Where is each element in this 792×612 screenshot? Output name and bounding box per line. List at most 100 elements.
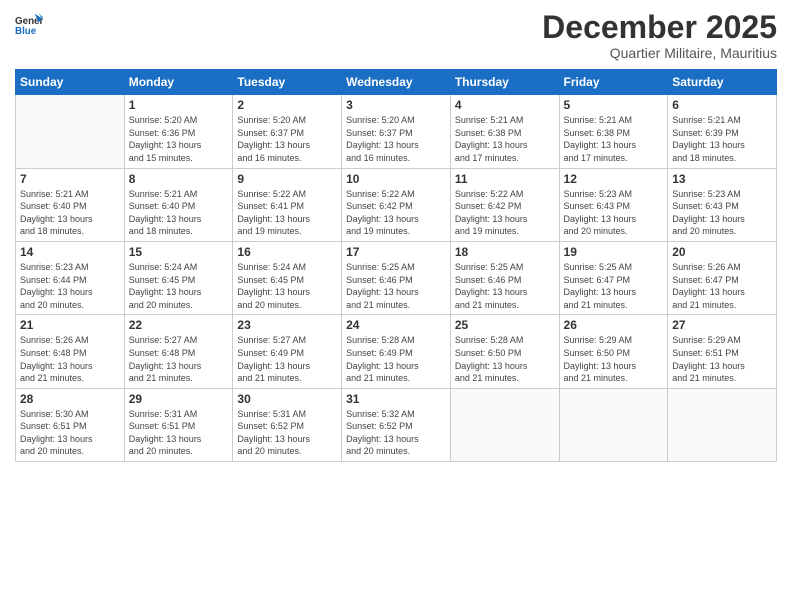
table-row	[668, 388, 777, 461]
col-tuesday: Tuesday	[233, 70, 342, 95]
col-thursday: Thursday	[450, 70, 559, 95]
day-number: 5	[564, 98, 664, 112]
col-friday: Friday	[559, 70, 668, 95]
day-number: 8	[129, 172, 229, 186]
day-info: Sunrise: 5:25 AMSunset: 6:47 PMDaylight:…	[564, 261, 664, 311]
table-row: 13 Sunrise: 5:23 AMSunset: 6:43 PMDayligh…	[668, 168, 777, 241]
day-number: 1	[129, 98, 229, 112]
table-row: 22Sunrise: 5:27 AMSunset: 6:48 PMDayligh…	[124, 315, 233, 388]
day-info: Sunrise: 5:29 AMSunset: 6:51 PMDaylight:…	[672, 334, 772, 384]
table-row: 19 Sunrise: 5:25 AMSunset: 6:47 PMDayligh…	[559, 241, 668, 314]
table-row: 6 Sunrise: 5:21 AMSunset: 6:39 PMDaylight…	[668, 95, 777, 168]
table-row: 8 Sunrise: 5:21 AMSunset: 6:40 PMDaylight…	[124, 168, 233, 241]
day-info: Sunrise: 5:21 AMSunset: 6:39 PMDaylight:…	[672, 114, 772, 164]
table-row: 16 Sunrise: 5:24 AMSunset: 6:45 PMDayligh…	[233, 241, 342, 314]
day-info: Sunrise: 5:24 AMSunset: 6:45 PMDaylight:…	[129, 261, 229, 311]
day-info: Sunrise: 5:31 AMSunset: 6:52 PMDaylight:…	[237, 408, 337, 458]
day-number: 26	[564, 318, 664, 332]
day-info: Sunrise: 5:22 AMSunset: 6:42 PMDaylight:…	[455, 188, 555, 238]
day-info: Sunrise: 5:20 AMSunset: 6:37 PMDaylight:…	[346, 114, 446, 164]
logo-icon: General Blue	[15, 10, 43, 38]
day-number: 9	[237, 172, 337, 186]
table-row: 1Sunrise: 5:20 AMSunset: 6:36 PMDaylight…	[124, 95, 233, 168]
day-number: 28	[20, 392, 120, 406]
day-info: Sunrise: 5:32 AMSunset: 6:52 PMDaylight:…	[346, 408, 446, 458]
day-info: Sunrise: 5:25 AMSunset: 6:46 PMDaylight:…	[346, 261, 446, 311]
table-row: 27Sunrise: 5:29 AMSunset: 6:51 PMDayligh…	[668, 315, 777, 388]
table-row: 7Sunrise: 5:21 AMSunset: 6:40 PMDaylight…	[16, 168, 125, 241]
table-row: 2 Sunrise: 5:20 AMSunset: 6:37 PMDaylight…	[233, 95, 342, 168]
table-row	[16, 95, 125, 168]
day-number: 16	[237, 245, 337, 259]
table-row: 24Sunrise: 5:28 AMSunset: 6:49 PMDayligh…	[342, 315, 451, 388]
calendar-week-4: 21 Sunrise: 5:26 AMSunset: 6:48 PMDayligh…	[16, 315, 777, 388]
svg-text:Blue: Blue	[15, 26, 37, 37]
day-info: Sunrise: 5:29 AMSunset: 6:50 PMDaylight:…	[564, 334, 664, 384]
table-row: 29 Sunrise: 5:31 AMSunset: 6:51 PMDayligh…	[124, 388, 233, 461]
table-row: 31Sunrise: 5:32 AMSunset: 6:52 PMDayligh…	[342, 388, 451, 461]
table-row	[450, 388, 559, 461]
location-subtitle: Quartier Militaire, Mauritius	[542, 45, 777, 61]
header: General Blue December 2025 Quartier Mili…	[15, 10, 777, 61]
day-info: Sunrise: 5:26 AMSunset: 6:48 PMDaylight:…	[20, 334, 120, 384]
day-info: Sunrise: 5:23 AMSunset: 6:43 PMDaylight:…	[672, 188, 772, 238]
table-row: 25Sunrise: 5:28 AMSunset: 6:50 PMDayligh…	[450, 315, 559, 388]
day-number: 29	[129, 392, 229, 406]
day-info: Sunrise: 5:24 AMSunset: 6:45 PMDaylight:…	[237, 261, 337, 311]
table-row: 20 Sunrise: 5:26 AMSunset: 6:47 PMDayligh…	[668, 241, 777, 314]
day-info: Sunrise: 5:28 AMSunset: 6:49 PMDaylight:…	[346, 334, 446, 384]
col-sunday: Sunday	[16, 70, 125, 95]
table-row: 11 Sunrise: 5:22 AMSunset: 6:42 PMDayligh…	[450, 168, 559, 241]
day-info: Sunrise: 5:27 AMSunset: 6:49 PMDaylight:…	[237, 334, 337, 384]
day-number: 14	[20, 245, 120, 259]
day-info: Sunrise: 5:21 AMSunset: 6:40 PMDaylight:…	[20, 188, 120, 238]
calendar-week-3: 14 Sunrise: 5:23 AMSunset: 6:44 PMDayligh…	[16, 241, 777, 314]
day-info: Sunrise: 5:21 AMSunset: 6:40 PMDaylight:…	[129, 188, 229, 238]
table-row: 28 Sunrise: 5:30 AMSunset: 6:51 PMDayligh…	[16, 388, 125, 461]
table-row: 9 Sunrise: 5:22 AMSunset: 6:41 PMDaylight…	[233, 168, 342, 241]
day-info: Sunrise: 5:20 AMSunset: 6:37 PMDaylight:…	[237, 114, 337, 164]
table-row: 4Sunrise: 5:21 AMSunset: 6:38 PMDaylight…	[450, 95, 559, 168]
day-number: 3	[346, 98, 446, 112]
logo: General Blue	[15, 10, 43, 38]
day-info: Sunrise: 5:22 AMSunset: 6:41 PMDaylight:…	[237, 188, 337, 238]
col-wednesday: Wednesday	[342, 70, 451, 95]
day-info: Sunrise: 5:31 AMSunset: 6:51 PMDaylight:…	[129, 408, 229, 458]
day-info: Sunrise: 5:23 AMSunset: 6:44 PMDaylight:…	[20, 261, 120, 311]
calendar-table: Sunday Monday Tuesday Wednesday Thursday…	[15, 69, 777, 462]
day-info: Sunrise: 5:30 AMSunset: 6:51 PMDaylight:…	[20, 408, 120, 458]
day-number: 20	[672, 245, 772, 259]
table-row: 23 Sunrise: 5:27 AMSunset: 6:49 PMDayligh…	[233, 315, 342, 388]
day-number: 17	[346, 245, 446, 259]
day-info: Sunrise: 5:25 AMSunset: 6:46 PMDaylight:…	[455, 261, 555, 311]
table-row: 18 Sunrise: 5:25 AMSunset: 6:46 PMDayligh…	[450, 241, 559, 314]
table-row: 26 Sunrise: 5:29 AMSunset: 6:50 PMDayligh…	[559, 315, 668, 388]
table-row: 15Sunrise: 5:24 AMSunset: 6:45 PMDayligh…	[124, 241, 233, 314]
title-block: December 2025 Quartier Militaire, Maurit…	[542, 10, 777, 61]
month-title: December 2025	[542, 10, 777, 45]
day-number: 6	[672, 98, 772, 112]
table-row: 10 Sunrise: 5:22 AMSunset: 6:42 PMDayligh…	[342, 168, 451, 241]
day-number: 2	[237, 98, 337, 112]
calendar-week-2: 7Sunrise: 5:21 AMSunset: 6:40 PMDaylight…	[16, 168, 777, 241]
day-number: 25	[455, 318, 555, 332]
day-number: 10	[346, 172, 446, 186]
day-info: Sunrise: 5:22 AMSunset: 6:42 PMDaylight:…	[346, 188, 446, 238]
day-number: 19	[564, 245, 664, 259]
page: General Blue December 2025 Quartier Mili…	[0, 0, 792, 612]
day-number: 12	[564, 172, 664, 186]
day-info: Sunrise: 5:26 AMSunset: 6:47 PMDaylight:…	[672, 261, 772, 311]
day-number: 11	[455, 172, 555, 186]
day-number: 13	[672, 172, 772, 186]
day-number: 23	[237, 318, 337, 332]
day-number: 21	[20, 318, 120, 332]
day-info: Sunrise: 5:21 AMSunset: 6:38 PMDaylight:…	[564, 114, 664, 164]
table-row: 14 Sunrise: 5:23 AMSunset: 6:44 PMDayligh…	[16, 241, 125, 314]
table-row: 30 Sunrise: 5:31 AMSunset: 6:52 PMDayligh…	[233, 388, 342, 461]
table-row: 17 Sunrise: 5:25 AMSunset: 6:46 PMDayligh…	[342, 241, 451, 314]
col-saturday: Saturday	[668, 70, 777, 95]
table-row: 5 Sunrise: 5:21 AMSunset: 6:38 PMDaylight…	[559, 95, 668, 168]
day-number: 4	[455, 98, 555, 112]
day-number: 30	[237, 392, 337, 406]
day-number: 18	[455, 245, 555, 259]
